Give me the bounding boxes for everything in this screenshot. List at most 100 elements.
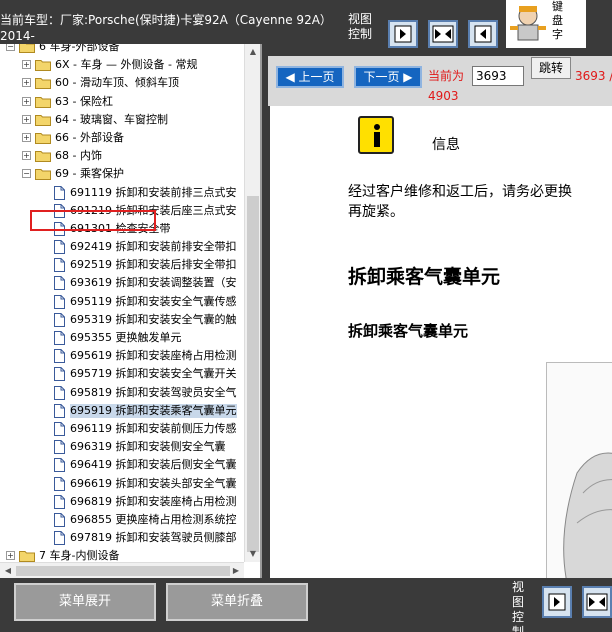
tree-item-label: 69 - 乘客保护 (55, 167, 124, 181)
arrow-left-icon (474, 25, 492, 43)
paragraph-line: 再旋紧。 (348, 204, 404, 220)
expand-menu-button[interactable]: 菜单展开 (14, 583, 156, 621)
tree-folder-item[interactable]: +60 - 滑动车顶、倾斜车顶 (0, 74, 244, 92)
tree-document-item[interactable]: 695819 拆卸和安装驾驶员安全气 (0, 384, 244, 402)
document-icon (54, 185, 65, 200)
next-page-label: 下一页 (363, 70, 400, 84)
vertical-scrollbar[interactable]: ▲ ▼ (244, 44, 260, 562)
expand-icon[interactable]: + (6, 551, 15, 561)
collapse-icon[interactable]: − (22, 169, 31, 179)
expand-icon[interactable]: + (22, 132, 31, 142)
tree-document-item[interactable]: 696119 拆卸和安装前侧压力传感 (0, 420, 244, 438)
page-number-input[interactable] (472, 66, 524, 86)
tree-document-item[interactable]: 695919 拆卸和安装乘客气囊单元 (0, 402, 244, 420)
tree-document-item[interactable]: 696619 拆卸和安装头部安全气囊 (0, 475, 244, 493)
menu-tree-panel[interactable]: −6 车身-外部设备 +6X - 车身 — 外侧设备 - 常规 +60 - 滑动车顶… (0, 44, 262, 578)
prev-page-label: 上一页 (298, 70, 335, 84)
app-window: 当前车型：厂家:Porsche(保时捷)卡宴92A（Cayenne 92A） 2… (0, 0, 612, 632)
tree-document-item[interactable]: 695619 拆卸和安装座椅占用检测 (0, 347, 244, 365)
tree-document-item[interactable]: 692419 拆卸和安装前排安全带扣 (0, 238, 244, 256)
tree-item-label: 695919 拆卸和安装乘客气囊单元 (70, 403, 237, 418)
prev-page-button[interactable]: ◀ 上一页 (276, 66, 344, 88)
tree-folder-item[interactable]: +64 - 玻璃窗、车窗控制 (0, 111, 244, 129)
folder-icon (19, 44, 35, 53)
document-icon (54, 294, 65, 309)
jump-button[interactable]: 跳转 (531, 57, 571, 79)
tree-document-item[interactable]: 691119 拆卸和安装前排三点式安 (0, 184, 244, 202)
tree-item-label: 64 - 玻璃窗、车窗控制 (55, 112, 168, 126)
document-content: 信息 经过客户维修和返工后，请务必更换 再旋紧。 拆卸乘客气囊单元 拆卸乘客气囊… (270, 106, 612, 578)
tree-document-item[interactable]: 696419 拆卸和安装后侧安全气囊 (0, 456, 244, 474)
tree-document-item[interactable]: 696855 更换座椅占用检测系统控 (0, 511, 244, 529)
tree-item-label: 60 - 滑动车顶、倾斜车顶 (55, 76, 179, 90)
collapse-icon[interactable]: − (6, 44, 15, 51)
collapse-menu-button[interactable]: 菜单折叠 (166, 583, 308, 621)
tree-document-item[interactable]: 695119 拆卸和安装安全气囊传感 (0, 293, 244, 311)
view-right-button[interactable] (388, 20, 418, 48)
tree-item-label: 696619 拆卸和安装头部安全气囊 (70, 476, 237, 490)
tree-document-item[interactable]: 695355 更换触发单元 (0, 329, 244, 347)
tree-folder-item[interactable]: +66 - 外部设备 (0, 129, 244, 147)
scroll-right-icon[interactable]: ▶ (228, 563, 244, 578)
info-paragraph: 经过客户维修和返工后，请务必更换 再旋紧。 (348, 182, 612, 222)
document-icon (54, 367, 65, 382)
next-arrow-icon: ▶ (403, 70, 413, 84)
expand-icon[interactable]: + (22, 114, 31, 124)
tree-folder-item[interactable]: +68 - 内饰 (0, 147, 244, 165)
tree-item-label: 691119 拆卸和安装前排三点式安 (70, 185, 237, 199)
tree-item-label: 696819 拆卸和安装座椅占用检测 (70, 494, 237, 508)
document-icon (54, 476, 65, 491)
document-icon (54, 349, 65, 364)
view-split-button[interactable] (582, 586, 612, 618)
scroll-thumb-horizontal[interactable] (16, 566, 230, 576)
tree-item-label: 695819 拆卸和安装驾驶员安全气 (70, 385, 237, 399)
folder-icon (35, 96, 51, 108)
document-icon (54, 331, 65, 345)
folder-open-icon (35, 169, 51, 181)
expand-icon[interactable]: + (22, 78, 31, 88)
tree-folder-item[interactable]: +63 - 保险杠 (0, 93, 244, 111)
current-page-label: 当前为 (428, 69, 465, 83)
scroll-left-icon[interactable]: ◀ (0, 563, 16, 578)
tree-item-label: 693619 拆卸和安装调整装置（安 (70, 276, 237, 290)
tree-folder-item[interactable]: − 6 车身-外部设备 (0, 44, 244, 56)
tree-item-label: 695319 拆卸和安装安全气囊的触 (70, 312, 237, 326)
tree-document-item[interactable]: 692519 拆卸和安装后排安全带扣 (0, 256, 244, 274)
document-icon (54, 458, 65, 473)
tree-item-label: 68 - 内饰 (55, 149, 102, 163)
expand-icon[interactable]: + (22, 60, 31, 70)
document-icon (54, 240, 65, 255)
tree-item-label: 66 - 外部设备 (55, 130, 124, 144)
view-right-button[interactable] (542, 586, 572, 618)
expand-icon[interactable]: + (22, 96, 31, 106)
page-info: 3693 / (575, 69, 612, 83)
tree-item-label: 695355 更换触发单元 (70, 331, 182, 344)
expand-icon[interactable]: + (22, 151, 31, 161)
scroll-thumb[interactable] (247, 196, 259, 552)
tree-folder-item[interactable]: − 69 - 乘客保护 (0, 165, 244, 183)
folder-icon (35, 151, 51, 163)
tree-document-item[interactable]: 696319 拆卸和安装侧安全气囊 (0, 438, 244, 456)
tree-document-item[interactable]: 696819 拆卸和安装座椅占用检测 (0, 493, 244, 511)
bottom-toolbar: 菜单展开 菜单折叠 视图控制 (0, 578, 612, 632)
tree-document-item[interactable]: 693619 拆卸和安装调整装置（安 (0, 274, 244, 292)
tree-document-item[interactable]: 695719 拆卸和安装安全气囊开关 (0, 365, 244, 383)
view-split-button[interactable] (428, 20, 458, 48)
vehicle-info: 当前车型：厂家:Porsche(保时捷)卡宴92A（Cayenne 92A） (0, 13, 332, 27)
tree-document-item[interactable]: 697819 拆卸和安装驾驶员侧膝部 (0, 529, 244, 547)
folder-icon (35, 132, 51, 144)
tree-document-item[interactable]: 695319 拆卸和安装安全气囊的触 (0, 311, 244, 329)
next-page-button[interactable]: 下一页 ▶ (354, 66, 422, 88)
tree-item-label: 692419 拆卸和安装前排安全带扣 (70, 240, 237, 254)
scroll-down-icon[interactable]: ▼ (245, 546, 260, 562)
tree-item-label: 695719 拆卸和安装安全气囊开关 (70, 367, 237, 381)
view-left-button[interactable] (468, 20, 498, 48)
page-navigation: ◀ 上一页 下一页 ▶ 当前为 跳转 3693 / 4903 (268, 56, 612, 106)
tree-folder-item[interactable]: +6X - 车身 — 外侧设备 - 常规 (0, 56, 244, 74)
tree-item-label: 696855 更换座椅占用检测系统控 (70, 512, 237, 526)
horizontal-scrollbar[interactable]: ◀ ▶ (0, 562, 244, 578)
scroll-up-icon[interactable]: ▲ (245, 44, 260, 60)
help-mascot[interactable]: 键盘字 (506, 0, 586, 48)
info-icon (358, 116, 394, 154)
split-view-icon (586, 593, 608, 611)
